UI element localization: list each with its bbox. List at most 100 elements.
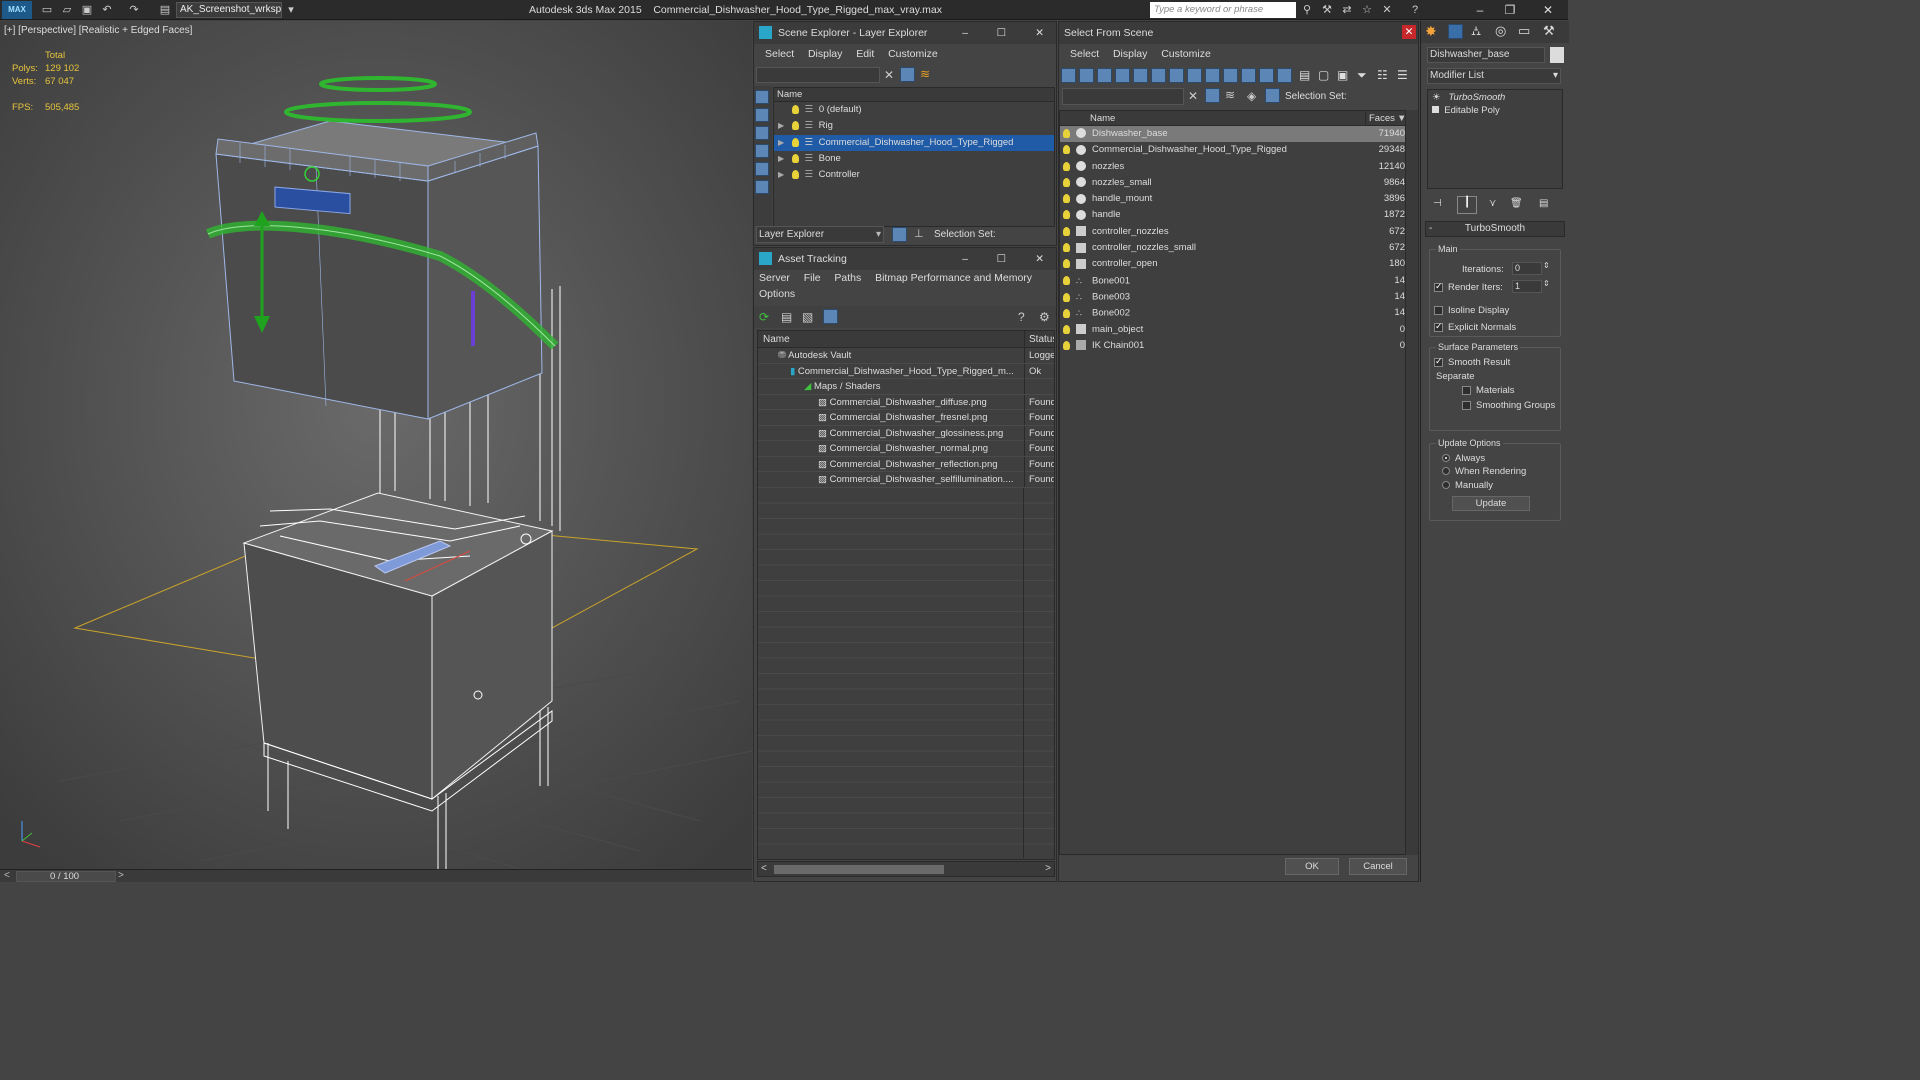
asset-row[interactable]: ▮ Commercial_Dishwasher_Hood_Type_Rigged… — [758, 363, 1054, 379]
hierarchy-filter-icon[interactable]: ☷ — [1377, 68, 1388, 82]
materials-checkbox[interactable] — [1462, 385, 1471, 395]
object-row[interactable]: controller_nozzles_small 672 — [1060, 240, 1405, 256]
clear-search-icon[interactable]: ✕ — [884, 68, 894, 82]
list-icon[interactable]: ▤ — [781, 310, 792, 324]
object-row[interactable]: handle 1872 — [1060, 207, 1405, 223]
col-status-header[interactable]: Status — [1024, 331, 1054, 348]
asset-row[interactable]: ▨ Commercial_Dishwasher_selfillumination… — [758, 472, 1054, 488]
object-name-field[interactable]: Dishwasher_base — [1427, 47, 1545, 63]
display-lights-icon[interactable] — [1097, 68, 1112, 83]
rollout-header[interactable]: - TurboSmooth — [1425, 221, 1565, 237]
modify-tab-icon[interactable] — [1448, 24, 1463, 39]
layers-icon[interactable]: ≋ — [1225, 88, 1235, 102]
filter-icon[interactable]: ⏷ — [1357, 68, 1367, 83]
object-row[interactable]: ∴ Bone003 14 — [1060, 289, 1405, 305]
display-groups-icon[interactable] — [1169, 68, 1184, 83]
filter-toggle-icon[interactable] — [1205, 88, 1220, 103]
scroll-right-icon[interactable]: > — [1045, 863, 1051, 874]
layer-explorer-titlebar[interactable]: Scene Explorer - Layer Explorer – ☐ ✕ — [754, 22, 1056, 44]
scroll-thumb[interactable] — [774, 865, 944, 874]
time-slider[interactable]: < 0 / 100 > — [0, 869, 752, 882]
hierarchy-view-icon[interactable] — [1265, 88, 1280, 103]
stack-item-editable-poly[interactable]: Editable Poly — [1428, 103, 1562, 119]
options-icon[interactable]: ☰ — [1397, 68, 1408, 82]
bulb-icon[interactable] — [1063, 210, 1070, 220]
max-logo-icon[interactable]: MAX — [2, 1, 32, 19]
object-row[interactable]: Commercial_Dishwasher_Hood_Type_Rigged 29… — [1060, 142, 1405, 158]
menu-server[interactable]: Server — [759, 270, 790, 286]
display-shapes-icon[interactable] — [1079, 68, 1094, 83]
bulb-icon[interactable] — [1063, 340, 1070, 350]
render-iters-spinner[interactable]: 1 — [1512, 280, 1542, 293]
layer-row[interactable]: ▶ ☰ Rig — [774, 118, 1054, 134]
asset-row[interactable]: ▨ Commercial_Dishwasher_diffuse.png Found — [758, 394, 1054, 410]
close-icon[interactable]: ✕ — [1402, 25, 1416, 39]
display-xrefs-icon[interactable] — [1187, 68, 1202, 83]
display-helpers-icon[interactable] — [1133, 68, 1148, 83]
chevron-down-icon[interactable]: ▾ — [284, 3, 298, 17]
display-bones-icon[interactable] — [1205, 68, 1220, 83]
close-icon[interactable]: ✕ — [1035, 22, 1044, 44]
select-none-icon[interactable]: ▢ — [1318, 68, 1329, 82]
maximize-icon[interactable]: ☐ — [997, 22, 1006, 44]
clear-search-icon[interactable]: ✕ — [1188, 89, 1198, 103]
display-cameras-icon[interactable] — [755, 162, 769, 176]
horizontal-scrollbar[interactable]: < > — [757, 861, 1055, 877]
lightbulb-icon[interactable]: ☀ — [1432, 92, 1441, 103]
bulb-icon[interactable] — [791, 137, 799, 147]
object-row[interactable]: controller_nozzles 672 — [1060, 224, 1405, 240]
when-rendering-radio[interactable] — [1442, 467, 1450, 476]
isoline-checkbox[interactable] — [1434, 305, 1443, 315]
layer-row-selected[interactable]: ▶ ☰ Commercial_Dishwasher_Hood_Type_Rigg… — [774, 134, 1054, 151]
menu-paths[interactable]: Paths — [834, 270, 861, 286]
scroll-left-icon[interactable]: < — [761, 863, 767, 874]
object-color-swatch[interactable] — [1550, 47, 1564, 63]
bulb-icon[interactable] — [1063, 161, 1070, 171]
asset-row[interactable]: ▨ Commercial_Dishwasher_glossiness.png Fo… — [758, 425, 1054, 441]
select-all-icon[interactable]: ▤ — [1299, 68, 1310, 82]
col-name-header[interactable]: Name — [758, 334, 790, 345]
display-shapes-icon[interactable] — [755, 126, 769, 140]
menu-select[interactable]: Select — [765, 44, 794, 64]
materials-option[interactable]: Materials — [1462, 385, 1515, 396]
spinner-arrows-icon[interactable]: ⇕ — [1543, 261, 1550, 270]
object-row[interactable]: nozzles 12140 — [1060, 159, 1405, 175]
thumbnail-icon[interactable]: ▧ — [802, 310, 813, 324]
col-name-header[interactable]: Name — [1060, 113, 1115, 124]
manually-radio[interactable] — [1442, 481, 1450, 490]
isoline-option[interactable]: Isoline Display — [1434, 305, 1509, 316]
project-folder-icon[interactable]: ▤ — [158, 3, 172, 17]
create-tab-icon[interactable]: ✸ — [1425, 23, 1437, 40]
display-all-icon[interactable] — [1277, 68, 1292, 83]
minimize-icon[interactable]: – — [1472, 2, 1488, 18]
menu-file[interactable]: File — [804, 270, 821, 286]
layer-row[interactable]: ▶ ☰ Bone — [774, 151, 1054, 167]
perspective-viewport[interactable]: [+] [Perspective] [Realistic + Edged Fac… — [0, 21, 752, 869]
object-row[interactable]: ∴ Bone001 14 — [1060, 273, 1405, 289]
viewport-label[interactable]: [+] [Perspective] [Realistic + Edged Fac… — [4, 25, 192, 36]
minimize-icon[interactable]: – — [962, 248, 968, 270]
asset-row[interactable]: ▨ Commercial_Dishwasher_reflection.png Fo… — [758, 456, 1054, 472]
object-row[interactable]: IK Chain001 0 — [1060, 338, 1405, 354]
filter-icon[interactable] — [900, 67, 915, 82]
close-icon[interactable]: ✕ — [1035, 248, 1044, 270]
open-file-icon[interactable]: ▱ — [60, 3, 74, 17]
expand-arrow-icon[interactable]: ▶ — [778, 138, 784, 147]
sort-arrow-icon[interactable]: ▼ — [1397, 111, 1406, 126]
minimize-icon[interactable]: – — [962, 22, 968, 44]
display-containers-icon[interactable] — [1223, 68, 1238, 83]
update-manually-option[interactable]: Manually — [1442, 480, 1493, 491]
next-frame-icon[interactable]: > — [118, 870, 124, 881]
bulb-icon[interactable] — [791, 170, 799, 180]
vertical-scrollbar[interactable] — [1406, 110, 1418, 855]
menu-select[interactable]: Select — [1070, 44, 1099, 64]
object-row[interactable]: handle_mount 3896 — [1060, 191, 1405, 207]
asset-row[interactable]: ◢ Maps / Shaders — [758, 379, 1054, 395]
bulb-icon[interactable] — [1063, 259, 1070, 269]
layer-search-input[interactable] — [756, 67, 880, 83]
object-row[interactable]: controller_open 180 — [1060, 256, 1405, 272]
display-helpers-icon[interactable] — [755, 180, 769, 194]
select-search-input[interactable] — [1062, 88, 1184, 105]
display-frozen-icon[interactable] — [1241, 68, 1256, 83]
expand-arrow-icon[interactable]: ▶ — [778, 121, 784, 130]
